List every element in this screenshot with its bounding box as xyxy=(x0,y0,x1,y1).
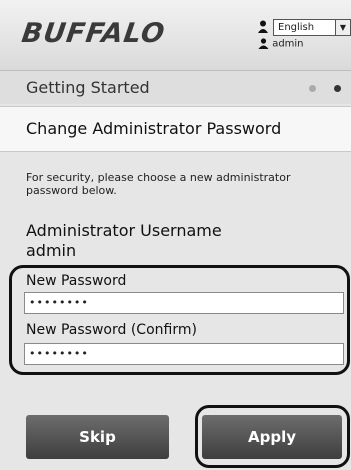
buffalo-logo: BUFFALO xyxy=(19,18,168,49)
password-fields-highlight xyxy=(9,265,350,375)
step-indicator-2-active xyxy=(334,85,341,92)
wizard-title: Getting Started xyxy=(26,78,150,97)
user-icon xyxy=(258,38,269,49)
apply-button-highlight xyxy=(195,405,350,468)
skip-button[interactable]: Skip xyxy=(26,415,169,459)
user-name: admin xyxy=(272,38,304,50)
intro-text: For security, please choose a new admini… xyxy=(26,171,291,197)
chevron-down-icon[interactable]: ▼ xyxy=(335,20,350,35)
username-value: admin xyxy=(26,241,77,260)
progress-bar: Getting Started xyxy=(0,71,351,104)
section-title: Change Administrator Password xyxy=(26,119,282,138)
app-header: BUFFALO English ▼ admin xyxy=(0,0,351,70)
language-icon xyxy=(258,20,268,33)
step-indicator-1 xyxy=(309,85,316,92)
language-selected-value: English xyxy=(278,22,315,33)
section-header: Change Administrator Password xyxy=(0,106,351,152)
username-label: Administrator Username xyxy=(26,221,222,240)
current-user: admin xyxy=(258,38,304,50)
language-select[interactable]: English ▼ xyxy=(273,19,351,36)
